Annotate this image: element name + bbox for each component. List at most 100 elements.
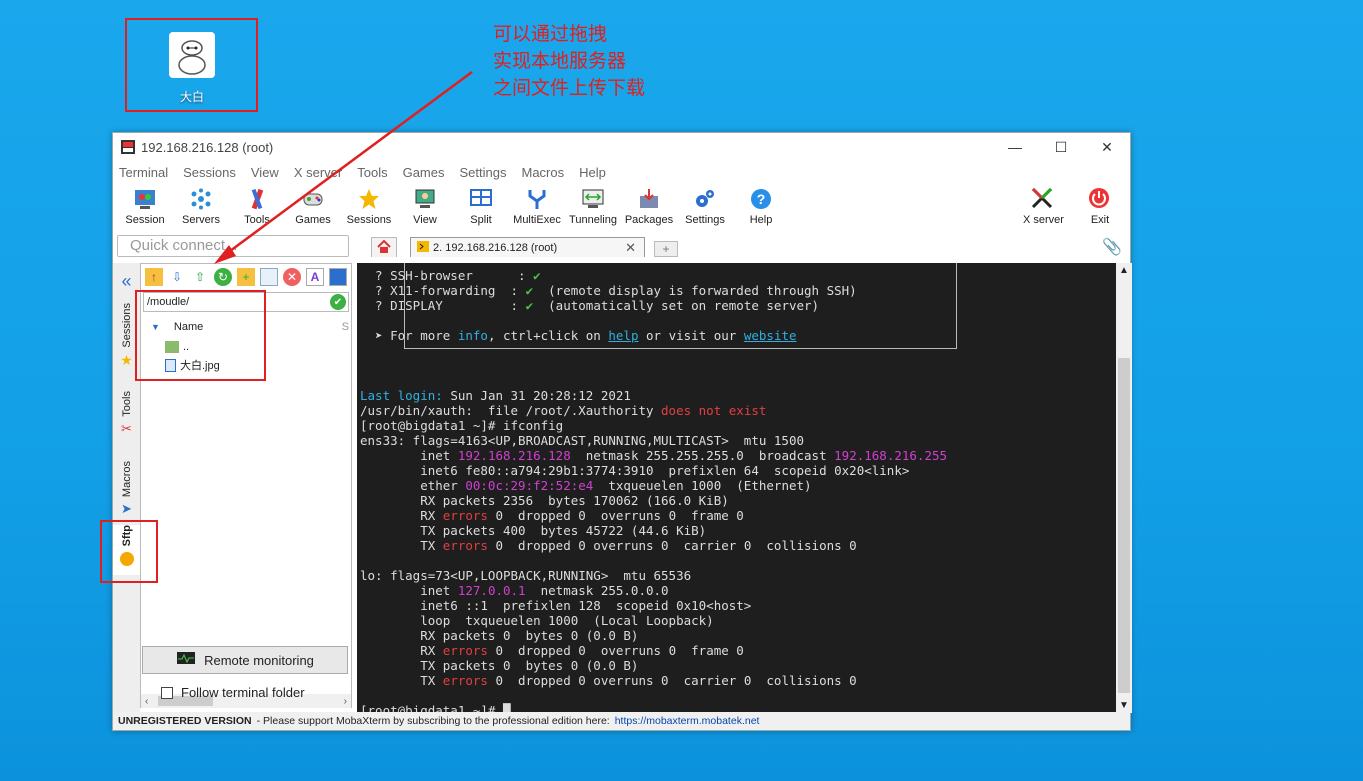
- maximize-button[interactable]: ☐: [1038, 133, 1084, 161]
- scroll-thumb[interactable]: [1118, 358, 1130, 693]
- scroll-down-icon[interactable]: ▼: [1119, 700, 1129, 711]
- packages-icon: [637, 187, 661, 211]
- minimize-button[interactable]: —: [992, 133, 1038, 161]
- menu-macros[interactable]: Macros: [521, 165, 564, 180]
- menu-sessions[interactable]: Sessions: [183, 165, 236, 180]
- menu-view[interactable]: View: [251, 165, 279, 180]
- terminal-text: ether: [360, 478, 466, 493]
- new-file-icon[interactable]: [260, 268, 278, 286]
- download-icon[interactable]: ⇩: [168, 268, 186, 286]
- refresh-icon[interactable]: ↻: [214, 268, 232, 286]
- terminal-text: or visit our: [638, 328, 744, 343]
- toolbar-servers-button[interactable]: Servers: [173, 183, 229, 226]
- scroll-up-icon[interactable]: ▲: [1119, 265, 1129, 276]
- settings-panel-icon[interactable]: [329, 268, 347, 286]
- close-button[interactable]: ✕: [1084, 133, 1130, 161]
- folder-up-icon[interactable]: ↑: [145, 268, 163, 286]
- terminal-text: ✔: [525, 298, 534, 313]
- menu-settings[interactable]: Settings: [460, 165, 507, 180]
- terminal-line: inet6 fe80::a794:29b1:3774:3910 prefixle…: [360, 463, 947, 478]
- view-icon: [413, 187, 437, 211]
- terminal-text: 0 dropped 0 overruns 0 frame 0: [487, 643, 744, 658]
- terminal-text[interactable]: website: [744, 328, 797, 343]
- tunneling-icon: [581, 187, 605, 211]
- remote-monitoring-button[interactable]: Remote monitoring: [142, 646, 348, 674]
- toolbar-label: Tunneling: [569, 214, 617, 226]
- annotation-line: 可以通过拖拽: [493, 23, 608, 45]
- side-tab-tools[interactable]: Tools ✂: [113, 391, 140, 437]
- star-icon: ★: [120, 351, 133, 368]
- toolbar-settings-button[interactable]: Settings: [677, 183, 733, 226]
- title-bar[interactable]: 192.168.216.128 (root) — ☐ ✕: [113, 133, 1130, 161]
- toolbar-sessions-button[interactable]: Sessions: [341, 183, 397, 226]
- terminal-text: ✔: [533, 268, 541, 283]
- toolbar-label: Sessions: [346, 214, 392, 226]
- terminal-output[interactable]: ? SSH-browser : ✔ ? X11-forwarding : ✔ (…: [357, 263, 1117, 713]
- check-icon[interactable]: ✔: [330, 294, 346, 310]
- unregistered-label: UNREGISTERED VERSION: [118, 715, 252, 727]
- terminal-lines: ? SSH-browser : ✔ ? X11-forwarding : ✔ (…: [360, 268, 947, 713]
- toolbar-games-button[interactable]: Games: [285, 183, 341, 226]
- terminal-text: TX: [360, 538, 443, 553]
- terminal-line: inet6 ::1 prefixlen 128 scopeid 0x10<hos…: [360, 598, 947, 613]
- terminal-line: ether 00:0c:29:f2:52:e4 txqueuelen 1000 …: [360, 478, 947, 493]
- quick-connect-input[interactable]: Quick connect...: [117, 235, 349, 257]
- new-folder-icon[interactable]: +: [237, 268, 255, 286]
- terminal-text: RX packets 0 bytes 0 (0.0 B): [360, 628, 639, 643]
- toolbar-split-button[interactable]: Split: [453, 183, 509, 226]
- annotation-line: 实现本地服务器: [493, 50, 627, 72]
- home-tab[interactable]: [371, 237, 397, 257]
- collapse-sidebar-button[interactable]: «: [113, 271, 140, 292]
- tab-close-icon[interactable]: ✕: [625, 240, 636, 256]
- highlight-sftp-tab: [100, 520, 158, 583]
- toolbar-tools-button[interactable]: Tools: [229, 183, 285, 226]
- follow-terminal-checkbox[interactable]: Follow terminal folder: [161, 685, 305, 700]
- toolbar-help-button[interactable]: ? Help: [733, 183, 789, 226]
- terminal-text: 00:0c:29:f2:52:e4: [465, 478, 594, 493]
- side-tab-macros[interactable]: Macros ➤: [113, 461, 140, 517]
- scroll-right-icon[interactable]: ›: [344, 696, 347, 707]
- toolbar-session-button[interactable]: Session: [117, 183, 173, 226]
- mobaxterm-link[interactable]: https://mobaxterm.mobatek.net: [615, 715, 760, 727]
- terminal-line: RX errors 0 dropped 0 overruns 0 frame 0: [360, 508, 947, 523]
- menu-tools[interactable]: Tools: [357, 165, 387, 180]
- menu-games[interactable]: Games: [403, 165, 445, 180]
- scroll-left-icon[interactable]: ‹: [145, 696, 148, 707]
- servers-icon: [189, 187, 213, 211]
- terminal-text: errors: [442, 508, 488, 523]
- rename-icon[interactable]: A: [306, 268, 324, 286]
- menu-xserver[interactable]: X server: [294, 165, 342, 180]
- toolbar-multiexec-button[interactable]: MultiExec: [509, 183, 565, 226]
- checkbox[interactable]: [161, 686, 173, 699]
- toolbar-label: Exit: [1090, 214, 1110, 226]
- toolbar-exit-button[interactable]: Exit: [1088, 183, 1112, 226]
- games-icon: [301, 187, 325, 211]
- terminal-line: /usr/bin/xauth: file /root/.Xauthority d…: [360, 403, 947, 418]
- settings-icon: [693, 187, 717, 211]
- new-tab-button[interactable]: +: [654, 241, 678, 257]
- terminal-text: Last login:: [360, 388, 443, 403]
- terminal-text[interactable]: help: [608, 328, 638, 343]
- delete-icon[interactable]: ✕: [283, 268, 301, 286]
- session-icon: [133, 187, 157, 211]
- tab-session[interactable]: 2. 192.168.216.128 (root) ✕: [410, 237, 645, 257]
- toolbar-tunneling-button[interactable]: Tunneling: [565, 183, 621, 226]
- toolbar-xserver-button[interactable]: X server: [1023, 183, 1064, 226]
- terminal-text: ? DISPLAY :: [360, 298, 526, 313]
- tools-icon: [245, 187, 269, 211]
- menu-help[interactable]: Help: [579, 165, 606, 180]
- toolbar-packages-button[interactable]: Packages: [621, 183, 677, 226]
- paperclip-icon[interactable]: 📎: [1102, 237, 1122, 257]
- vertical-scrollbar[interactable]: ▲ ▼: [1116, 263, 1132, 713]
- upload-icon[interactable]: ⇧: [191, 268, 209, 286]
- toolbar-view-button[interactable]: View: [397, 183, 453, 226]
- menu-terminal[interactable]: Terminal: [119, 165, 168, 180]
- toolbar-label: Tools: [244, 214, 270, 226]
- tab-session-label: 2. 192.168.216.128 (root): [433, 241, 558, 254]
- terminal-text: 0 dropped 0 overruns 0 frame 0: [487, 508, 744, 523]
- menu-bar: Terminal Sessions View X server Tools Ga…: [113, 161, 1130, 183]
